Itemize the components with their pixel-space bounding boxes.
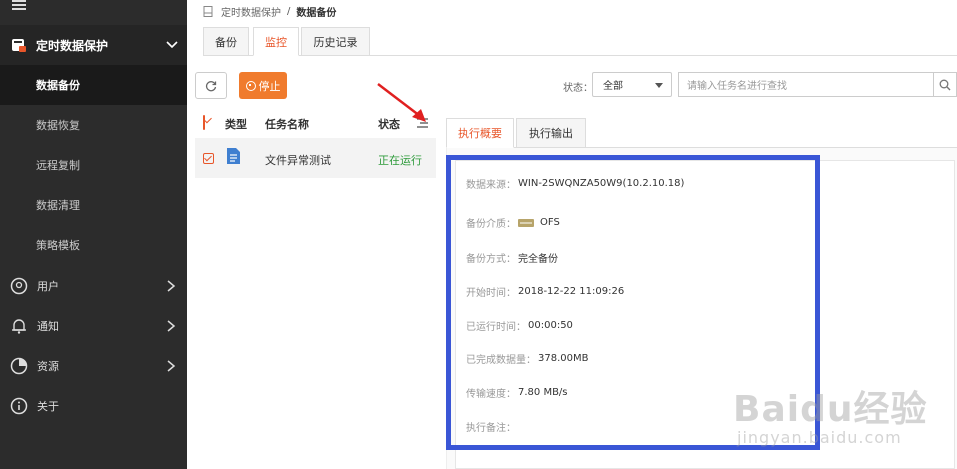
breadcrumb-separator: /	[287, 6, 291, 17]
select-all-checkbox[interactable]	[203, 115, 205, 130]
sidebar-item-resources[interactable]: 资源	[0, 346, 187, 386]
task-name: 文件异常测试	[265, 154, 331, 167]
row-checkbox[interactable]	[203, 153, 214, 164]
sidebar-item-remote-copy[interactable]: 远程复制	[0, 145, 187, 185]
app-window: 定时数据保护 数据备份 数据恢复 远程复制 数据清理 策略模板 用户 通知 资源…	[0, 0, 957, 469]
watermark: Baidu经验 jingyan.baidu.com	[733, 380, 953, 460]
drive-icon	[12, 39, 26, 52]
sidebar-item-notifications[interactable]: 通知	[0, 306, 187, 346]
tab-history[interactable]: 历史记录	[301, 27, 370, 56]
sidebar-item-label: 用户	[37, 280, 59, 293]
sidebar-item-users[interactable]: 用户	[0, 266, 187, 306]
breadcrumb-parent[interactable]: 定时数据保护	[221, 4, 281, 19]
stop-icon	[245, 80, 256, 91]
document-icon	[203, 6, 213, 17]
status-filter-select[interactable]: 全部	[592, 72, 672, 97]
table-row[interactable]: 文件异常测试 正在运行	[195, 138, 436, 178]
tab-execution-output[interactable]: 执行输出	[516, 118, 586, 148]
chevron-right-icon	[167, 360, 176, 372]
sidebar-item-label: 通知	[37, 320, 59, 333]
main-tabs: 备份 监控 历史记录	[203, 27, 957, 56]
detail-tabs: 执行概要 执行输出	[446, 118, 957, 148]
stop-button[interactable]: 停止	[239, 72, 287, 99]
user-icon	[10, 277, 28, 295]
sidebar-item-label: 关于	[37, 400, 59, 413]
watermark-url: jingyan.baidu.com	[737, 428, 902, 447]
search-input[interactable]: 请输入任务名进行查找	[678, 72, 934, 97]
bell-icon	[12, 319, 26, 334]
sidebar: 定时数据保护 数据备份 数据恢复 远程复制 数据清理 策略模板 用户 通知 资源…	[0, 0, 187, 469]
pie-chart-icon	[10, 357, 28, 375]
column-name: 任务名称	[265, 118, 309, 131]
chevron-right-icon	[167, 320, 176, 332]
tab-monitor[interactable]: 监控	[253, 27, 299, 56]
sidebar-group-scheduled-protection[interactable]: 定时数据保护	[0, 25, 187, 65]
task-status: 正在运行	[378, 154, 422, 167]
breadcrumb: 定时数据保护 / 数据备份	[203, 4, 336, 19]
breadcrumb-current: 数据备份	[296, 8, 337, 19]
file-icon	[227, 148, 240, 164]
sidebar-item-about[interactable]: 关于	[0, 386, 187, 426]
sidebar-item-policy-template[interactable]: 策略模板	[0, 225, 187, 265]
watermark-brand: Baidu经验	[733, 389, 928, 430]
search-button[interactable]	[933, 72, 957, 97]
status-filter-value: 全部	[603, 81, 623, 92]
column-type: 类型	[225, 118, 247, 131]
chevron-right-icon	[167, 280, 176, 292]
info-icon	[10, 397, 28, 415]
status-filter-label: 状态：	[563, 83, 593, 94]
stop-button-label: 停止	[258, 79, 281, 93]
refresh-icon	[205, 80, 217, 91]
search-placeholder: 请输入任务名进行查找	[687, 81, 787, 92]
annotation-arrow-icon	[377, 83, 426, 122]
tab-execution-summary[interactable]: 执行概要	[446, 118, 514, 148]
chevron-down-icon	[166, 41, 178, 49]
tab-backup[interactable]: 备份	[203, 27, 249, 56]
sidebar-item-data-cleanup[interactable]: 数据清理	[0, 185, 187, 225]
search-icon	[939, 79, 951, 90]
caret-down-icon	[655, 83, 663, 88]
refresh-button[interactable]	[195, 72, 227, 99]
sidebar-item-data-restore[interactable]: 数据恢复	[0, 105, 187, 145]
menu-icon[interactable]	[12, 0, 26, 10]
sidebar-item-label: 资源	[37, 360, 59, 373]
sidebar-group-label: 定时数据保护	[36, 38, 109, 53]
sidebar-item-data-backup[interactable]: 数据备份	[0, 65, 187, 105]
